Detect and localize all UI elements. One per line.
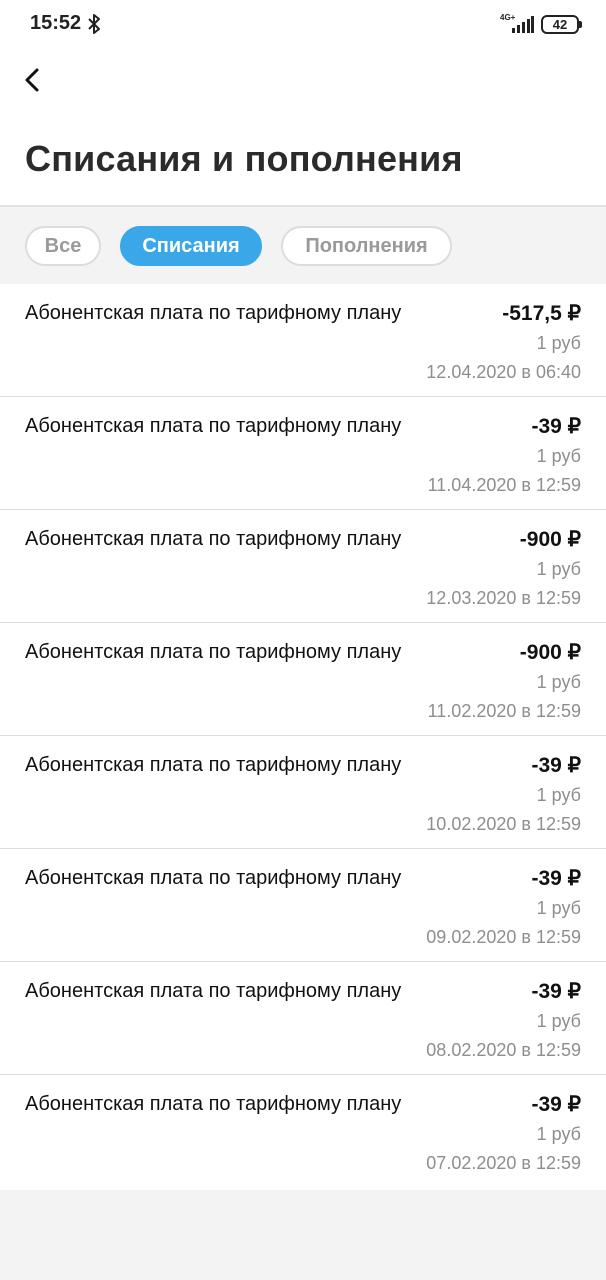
transaction-date: 11.02.2020 в 12:59 — [427, 701, 581, 721]
transaction-amount: -39 ₽ — [531, 754, 581, 777]
transaction-row[interactable]: Абонентская плата по тарифному плану -39… — [0, 397, 606, 510]
transaction-amount: -517,5 ₽ — [502, 302, 581, 325]
transaction-title: Абонентская плата по тарифному плану — [25, 528, 402, 550]
battery-nub — [579, 21, 582, 28]
transaction-amount: -900 ₽ — [519, 641, 581, 664]
transaction-amount: -39 ₽ — [531, 980, 581, 1003]
transaction-amount: -39 ₽ — [531, 415, 581, 438]
transaction-date: 10.02.2020 в 12:59 — [426, 814, 581, 834]
transaction-row[interactable]: Абонентская плата по тарифному плану -39… — [0, 1075, 606, 1188]
page-title: Списания и пополнения — [25, 138, 463, 179]
transaction-list: Абонентская плата по тарифному плану -51… — [0, 284, 606, 1190]
transaction-title: Абонентская плата по тарифному плану — [25, 867, 402, 889]
transaction-unit: 1 руб — [536, 559, 581, 579]
transaction-unit: 1 руб — [536, 672, 581, 692]
transaction-unit: 1 руб — [536, 1011, 581, 1031]
chevron-left-icon — [25, 68, 39, 92]
transaction-row[interactable]: Абонентская плата по тарифному плану -90… — [0, 623, 606, 736]
transaction-unit: 1 руб — [536, 898, 581, 918]
filter-bar: Все Списания Пополнения — [0, 207, 606, 284]
transaction-unit: 1 руб — [536, 1124, 581, 1144]
page-header: Списания и пополнения — [0, 50, 606, 207]
transaction-title: Абонентская плата по тарифному плану — [25, 754, 402, 776]
transaction-unit: 1 руб — [536, 446, 581, 466]
signal-icon — [512, 16, 534, 33]
transaction-row[interactable]: Абонентская плата по тарифному плану -39… — [0, 849, 606, 962]
transaction-row[interactable]: Абонентская плата по тарифному плану -39… — [0, 962, 606, 1075]
transaction-title: Абонентская плата по тарифному плану — [25, 302, 402, 324]
transaction-unit: 1 руб — [536, 785, 581, 805]
transaction-amount: -39 ₽ — [531, 1093, 581, 1116]
status-bar: 15:52 4G+ 42 — [0, 0, 606, 50]
transaction-title: Абонентская плата по тарифному плану — [25, 1093, 402, 1115]
back-button[interactable] — [18, 64, 48, 96]
filter-topups-chip[interactable]: Пополнения — [281, 226, 452, 266]
transaction-date: 12.03.2020 в 12:59 — [426, 588, 581, 608]
filter-all-chip[interactable]: Все — [25, 226, 101, 266]
transaction-date: 08.02.2020 в 12:59 — [426, 1040, 581, 1060]
transaction-title: Абонентская плата по тарифному плану — [25, 980, 402, 1002]
transaction-row[interactable]: Абонентская плата по тарифному плану -90… — [0, 510, 606, 623]
filter-debits-chip[interactable]: Списания — [120, 226, 262, 266]
transaction-date: 09.02.2020 в 12:59 — [426, 927, 581, 947]
transaction-amount: -39 ₽ — [531, 867, 581, 890]
battery-level: 42 — [552, 17, 568, 32]
transaction-row[interactable]: Абонентская плата по тарифному плану -39… — [0, 736, 606, 849]
battery-icon: 42 — [541, 15, 579, 34]
bluetooth-icon — [88, 14, 100, 34]
transaction-date: 11.04.2020 в 12:59 — [427, 475, 581, 495]
status-time: 15:52 — [30, 12, 82, 34]
transaction-title: Абонентская плата по тарифному плану — [25, 415, 402, 437]
transaction-date: 12.04.2020 в 06:40 — [426, 362, 581, 382]
transaction-date: 07.02.2020 в 12:59 — [426, 1153, 581, 1173]
transaction-amount: -900 ₽ — [519, 528, 581, 551]
transaction-row[interactable]: Абонентская плата по тарифному плану -51… — [0, 284, 606, 397]
transaction-unit: 1 руб — [536, 333, 581, 353]
transaction-title: Абонентская плата по тарифному плану — [25, 641, 402, 663]
